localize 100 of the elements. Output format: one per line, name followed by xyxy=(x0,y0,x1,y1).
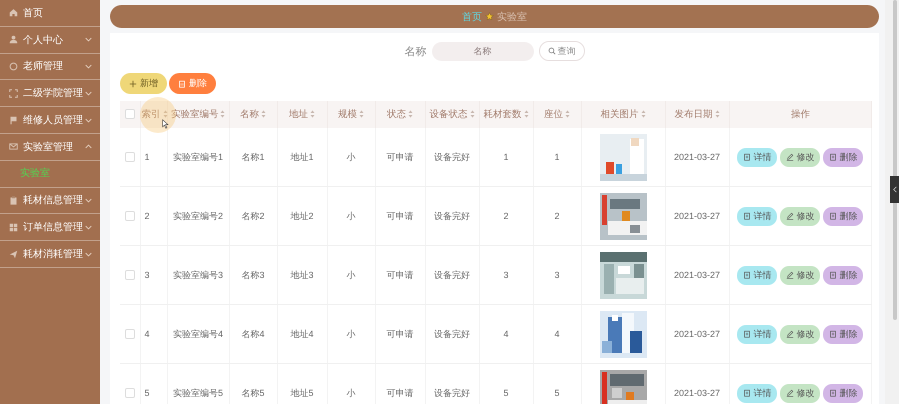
column-header[interactable]: 索引 xyxy=(140,101,167,128)
column-header[interactable]: 状态 xyxy=(375,101,425,128)
menu-item[interactable]: 首页 xyxy=(0,0,100,27)
table-cell: 名称4 xyxy=(241,328,264,338)
collapse-tab[interactable] xyxy=(890,176,899,203)
sort-icon xyxy=(359,110,364,118)
table-cell: 小 xyxy=(346,328,356,338)
table-cell: 地址2 xyxy=(290,210,314,220)
table-cell: 地址3 xyxy=(290,270,314,280)
search-label: 名称 xyxy=(404,44,426,58)
table-cell: 设备完好 xyxy=(434,328,470,338)
table-cell: 实验室编号1 xyxy=(172,152,223,162)
table-cell: 1 xyxy=(554,152,560,162)
table-cell: 4 xyxy=(503,329,508,339)
column-header[interactable]: 规模 xyxy=(327,101,375,128)
table-cell: 2021-03-27 xyxy=(674,152,720,162)
checkbox[interactable] xyxy=(124,152,135,162)
column-header[interactable]: 耗材套数 xyxy=(479,101,533,128)
detail-button[interactable]: 详情 xyxy=(737,148,778,166)
table-cell: 实验室编号5 xyxy=(172,388,223,398)
table-cell: 2021-03-27 xyxy=(674,211,720,221)
table-cell: 名称1 xyxy=(241,152,264,162)
globe-icon xyxy=(9,62,18,71)
edit-button[interactable]: 修改 xyxy=(780,266,820,284)
add-button[interactable]: 新增 xyxy=(120,73,167,94)
checkbox[interactable] xyxy=(124,388,135,398)
table-cell: 地址4 xyxy=(290,328,314,338)
checkbox[interactable] xyxy=(124,329,135,340)
detail-button[interactable]: 详情 xyxy=(737,266,778,284)
sort-icon xyxy=(714,110,720,118)
trash-icon xyxy=(829,330,838,338)
sort-icon xyxy=(640,110,646,118)
column-header[interactable]: 座位 xyxy=(533,101,581,128)
column-header[interactable]: 操作 xyxy=(729,101,872,128)
search-button[interactable]: 查询 xyxy=(538,41,584,61)
delete-button[interactable]: 删除 xyxy=(823,384,864,402)
pencil-icon xyxy=(786,330,794,338)
table-cell: 小 xyxy=(346,388,356,398)
delete-button[interactable]: 删除 xyxy=(823,266,864,284)
table-cell: 实验室编号4 xyxy=(172,328,223,338)
delete-button[interactable]: 删除 xyxy=(823,206,864,226)
document-icon xyxy=(743,212,752,220)
table-cell: 小 xyxy=(346,270,356,280)
checkbox[interactable] xyxy=(124,270,135,280)
delete-button[interactable]: 删除 xyxy=(169,73,216,94)
user-icon xyxy=(9,35,18,44)
search-field[interactable]: 名称 xyxy=(432,42,534,60)
breadcrumb-link[interactable]: 首页 xyxy=(462,10,482,24)
scrollbar-thumb[interactable] xyxy=(893,0,897,320)
delete-button[interactable]: 删除 xyxy=(823,324,864,344)
menu-item[interactable]: 个人中心 xyxy=(0,26,100,54)
detail-button[interactable]: 详情 xyxy=(737,324,778,344)
trash-icon xyxy=(829,271,838,279)
detail-button[interactable]: 详情 xyxy=(737,384,778,402)
chevron-left-icon xyxy=(892,186,896,193)
column-header[interactable]: 地址 xyxy=(277,101,327,128)
table-cell: 5 xyxy=(554,388,560,398)
menu-item[interactable]: 耗材消耗管理 xyxy=(0,241,100,268)
pencil-icon xyxy=(786,389,794,397)
menu-item[interactable]: 实验室管理 xyxy=(0,134,100,161)
checkbox[interactable] xyxy=(124,211,135,222)
mail-icon xyxy=(9,142,18,152)
sort-icon xyxy=(565,110,570,118)
document-icon xyxy=(743,153,752,161)
column-header[interactable]: 名称 xyxy=(229,101,277,128)
delete-button[interactable]: 删除 xyxy=(823,148,864,166)
menu-item[interactable]: 二级学院管理 xyxy=(0,80,100,108)
sort-icon xyxy=(310,110,315,118)
column-header[interactable]: 实验室编号 xyxy=(167,101,229,128)
menu-item[interactable]: 耗材信息管理 xyxy=(0,188,100,214)
table-cell: 设备完好 xyxy=(434,152,470,162)
menu-item[interactable]: 订单信息管理 xyxy=(0,214,100,242)
trash-icon xyxy=(178,80,186,88)
edit-button[interactable]: 修改 xyxy=(780,384,820,402)
detail-button[interactable]: 详情 xyxy=(737,206,778,226)
home-icon xyxy=(9,8,18,18)
table-cell: 名称3 xyxy=(241,270,264,280)
pencil-icon xyxy=(786,153,794,161)
table-cell: 3 xyxy=(144,270,150,280)
submenu-item[interactable]: 实验室 xyxy=(0,160,100,188)
table-cell: 设备完好 xyxy=(434,210,470,220)
table-cell: 可申请 xyxy=(386,270,414,280)
clipboard-icon xyxy=(9,196,18,205)
table-cell: 2021-03-27 xyxy=(674,388,720,398)
send-icon xyxy=(9,250,18,259)
menu-item[interactable]: 老师管理 xyxy=(0,54,100,80)
table-cell: 小 xyxy=(346,152,356,162)
column-header[interactable]: 发布日期 xyxy=(665,101,729,128)
table-cell: 2021-03-27 xyxy=(674,270,720,280)
table-cell: 3 xyxy=(554,270,560,280)
table-cell: 2 xyxy=(503,211,508,221)
frame-icon xyxy=(9,88,18,98)
column-header[interactable]: 设备状态 xyxy=(425,101,479,128)
edit-button[interactable]: 修改 xyxy=(780,148,820,166)
table-cell: 2021-03-27 xyxy=(674,329,720,339)
edit-button[interactable]: 修改 xyxy=(780,206,820,226)
menu-item[interactable]: 维修人员管理 xyxy=(0,107,100,134)
edit-button[interactable]: 修改 xyxy=(780,324,820,344)
checkbox[interactable] xyxy=(124,109,135,120)
column-header[interactable]: 相关图片 xyxy=(581,101,665,128)
